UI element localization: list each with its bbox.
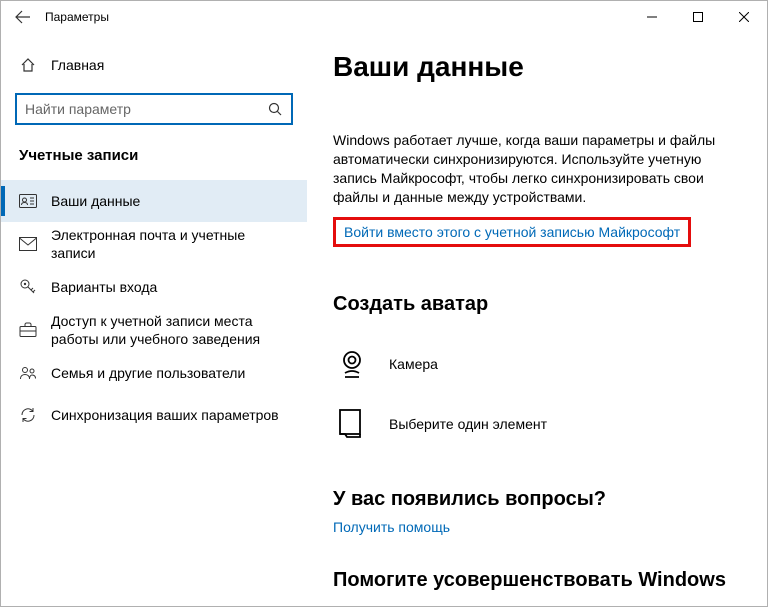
questions-title: У вас появились вопросы?: [333, 488, 741, 511]
window-title: Параметры: [45, 10, 109, 24]
home-icon: [19, 57, 37, 73]
sidebar-item-work-school[interactable]: Доступ к учетной записи места работы или…: [1, 308, 307, 352]
browse-icon: [333, 405, 371, 443]
avatar-option-camera[interactable]: Камера: [333, 334, 741, 394]
settings-window: Параметры Главная У: [0, 0, 768, 607]
avatar-option-label: Выберите один элемент: [389, 416, 547, 432]
main-content: Ваши данные Windows работает лучше, когд…: [307, 33, 767, 606]
minimize-button[interactable]: [629, 1, 675, 33]
id-card-icon: [19, 194, 37, 208]
sidebar-item-family[interactable]: Семья и другие пользователи: [1, 352, 307, 394]
signin-ms-account-link[interactable]: Войти вместо этого с учетной записью Май…: [344, 224, 680, 240]
close-icon: [739, 12, 749, 22]
mail-icon: [19, 237, 37, 251]
sidebar-item-sync[interactable]: Синхронизация ваших параметров: [1, 394, 307, 436]
sidebar-item-label: Синхронизация ваших параметров: [51, 406, 279, 424]
search-input[interactable]: [17, 95, 259, 123]
maximize-button[interactable]: [675, 1, 721, 33]
get-help-link[interactable]: Получить помощь: [333, 519, 450, 535]
avatar-option-label: Камера: [389, 356, 438, 372]
sidebar-home[interactable]: Главная: [1, 47, 307, 83]
briefcase-icon: [19, 322, 37, 338]
sidebar-item-your-info[interactable]: Ваши данные: [1, 180, 307, 222]
sidebar-item-label: Электронная почта и учетные записи: [51, 226, 291, 262]
sidebar-item-label: Ваши данные: [51, 192, 140, 210]
search-box[interactable]: [15, 93, 293, 125]
page-title: Ваши данные: [333, 51, 741, 83]
sidebar: Главная Учетные записи Ваши данные: [1, 33, 307, 606]
sidebar-item-email-accounts[interactable]: Электронная почта и учетные записи: [1, 222, 307, 266]
sidebar-item-label: Доступ к учетной записи места работы или…: [51, 312, 291, 348]
maximize-icon: [693, 12, 703, 22]
close-button[interactable]: [721, 1, 767, 33]
sidebar-category-title: Учетные записи: [1, 125, 307, 170]
sidebar-item-label: Варианты входа: [51, 278, 157, 296]
minimize-icon: [647, 12, 657, 22]
sidebar-item-signin-options[interactable]: Варианты входа: [1, 266, 307, 308]
sync-description: Windows работает лучше, когда ваши парам…: [333, 131, 733, 207]
search-icon: [259, 101, 291, 117]
key-icon: [19, 278, 37, 296]
avatar-option-browse[interactable]: Выберите один элемент: [333, 394, 741, 454]
sync-icon: [19, 406, 37, 424]
arrow-left-icon: [15, 9, 31, 25]
titlebar: Параметры: [1, 1, 767, 33]
sidebar-home-label: Главная: [51, 57, 104, 73]
body: Главная Учетные записи Ваши данные: [1, 33, 767, 606]
sidebar-nav: Ваши данные Электронная почта и учетные …: [1, 180, 307, 436]
people-icon: [19, 365, 37, 381]
avatar-section-title: Создать аватар: [333, 293, 741, 316]
back-button[interactable]: [1, 1, 45, 33]
improve-windows-title: Помогите усовершенствовать Windows: [333, 569, 741, 592]
camera-icon: [333, 345, 371, 383]
sidebar-item-label: Семья и другие пользователи: [51, 364, 245, 382]
signin-highlight-box: Войти вместо этого с учетной записью Май…: [333, 217, 691, 247]
